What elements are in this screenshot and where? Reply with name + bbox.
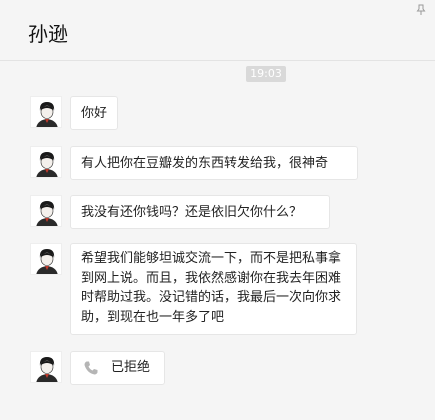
phone-icon <box>84 361 98 375</box>
timestamp: 19:03 <box>246 66 286 82</box>
chat-header: 孙逊 <box>0 0 435 61</box>
call-record-bubble[interactable]: 已拒绝 <box>70 351 165 385</box>
message-bubble: 希望我们能够坦诚交流一下，而不是把私事拿到网上说。而且，我依然感谢你在我去年困难… <box>70 243 357 335</box>
message-bubble: 有人把你在豆瓣发的东西转发给我，很神奇 <box>70 146 358 180</box>
avatar[interactable] <box>30 243 62 275</box>
avatar[interactable] <box>30 146 62 178</box>
call-status-label: 已拒绝 <box>111 360 151 375</box>
message-bubble: 我没有还你钱吗？还是依旧欠你什么？ <box>70 195 330 229</box>
chat-title: 孙逊 <box>28 22 68 46</box>
avatar[interactable] <box>30 96 62 128</box>
message-bubble: 你好 <box>70 96 118 130</box>
avatar[interactable] <box>30 351 62 383</box>
pin-icon[interactable] <box>415 4 427 16</box>
avatar[interactable] <box>30 195 62 227</box>
